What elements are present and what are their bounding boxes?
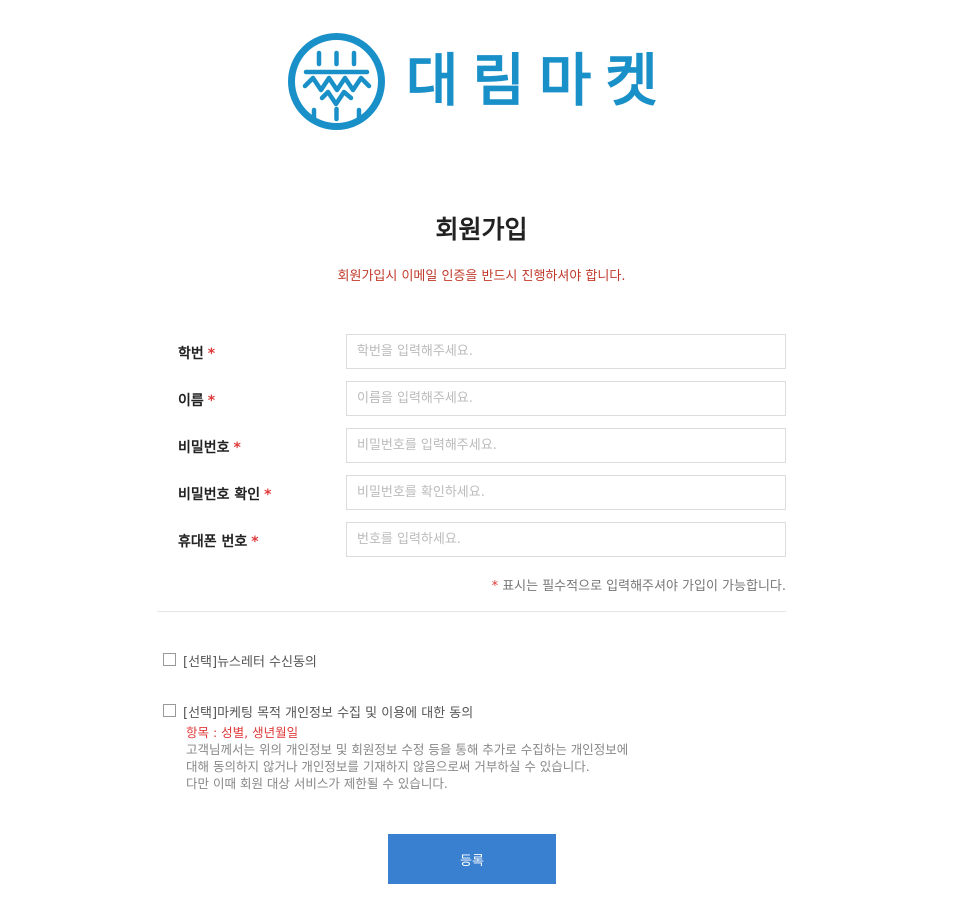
page-title: 회원가입 [435,215,528,244]
password-confirm-input[interactable] [346,475,786,510]
required-mark: * [264,487,272,503]
hint-text: 표시는 필수적으로 입력해주셔야 가입이 가능합니다. [498,579,786,594]
form-row-phone: 휴대폰 번호 * [178,522,786,557]
marketing-desc-line-3: 다만 이때 회원 대상 서비스가 제한될 수 있습니다. [186,776,448,791]
field-label-name: 이름 * [178,393,216,409]
required-mark: * [207,393,216,409]
newsletter-consent-label[interactable]: [선택]뉴스레터 수신동의 [183,651,317,670]
divider [157,611,786,612]
brand-name: 대림마켓 [406,48,672,114]
marketing-consent-label[interactable]: [선택]마케팅 목적 개인정보 수집 및 이용에 대한 동의 [183,702,473,721]
required-mark: * [207,346,216,362]
form-row-password: 비밀번호 * [178,428,786,463]
student-id-input[interactable] [346,334,786,369]
field-label-password-confirm: 비밀번호 확인 * [178,487,272,503]
brand-logo[interactable]: 대림마켓 [286,31,666,133]
form-row-name: 이름 * [178,381,786,416]
required-hint: * 표시는 필수적으로 입력해주셔야 가입이 가능합니다. [492,575,786,594]
required-mark: * [251,534,259,550]
form-row-password-confirm: 비밀번호 확인 * [178,475,786,510]
register-button[interactable]: 등록 [388,834,556,884]
field-label-student-id: 학번 * [178,346,216,362]
field-label-phone: 휴대폰 번호 * [178,534,259,550]
market-logo-icon [288,33,385,130]
required-mark: * [233,440,241,456]
field-label-password: 비밀번호 * [178,440,241,456]
phone-input[interactable] [346,522,786,557]
newsletter-checkbox[interactable] [163,653,176,666]
form-row-student-id: 학번 * [178,334,786,369]
name-input[interactable] [346,381,786,416]
email-verification-notice: 회원가입시 이메일 인증을 반드시 진행하셔야 합니다. [337,269,626,284]
password-input[interactable] [346,428,786,463]
marketing-checkbox[interactable] [163,704,176,717]
